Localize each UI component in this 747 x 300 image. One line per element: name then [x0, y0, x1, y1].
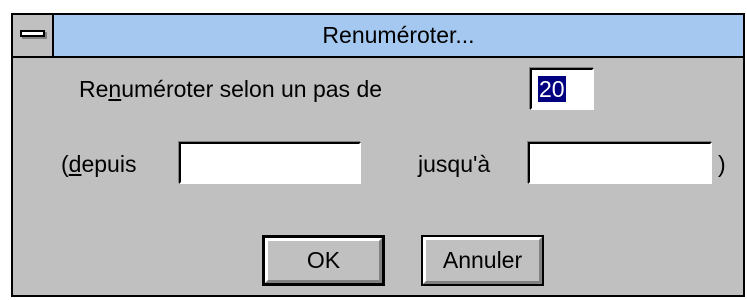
- from-input[interactable]: [179, 142, 361, 184]
- ok-button-label: OK: [265, 238, 382, 283]
- dialog-title: Renuméroter...: [322, 22, 475, 48]
- to-label: jusqu'à: [418, 151, 491, 177]
- to-input[interactable]: [528, 142, 712, 184]
- system-menu-button[interactable]: [13, 15, 54, 56]
- title-bar: Renuméroter...: [13, 15, 743, 58]
- cancel-button[interactable]: Annuler: [421, 235, 544, 286]
- from-label-mnemonic: d: [68, 151, 82, 177]
- step-label-end: uméroter selon un pas de: [121, 76, 383, 102]
- cancel-button-label: Annuler: [423, 237, 542, 284]
- from-label: (depuis: [61, 150, 136, 178]
- renumber-dialog: Renuméroter... Renuméroter selon un pas …: [11, 13, 745, 297]
- ok-button[interactable]: OK: [262, 235, 385, 286]
- step-value: 20: [538, 76, 566, 102]
- from-label-end: epuis: [81, 151, 137, 177]
- step-label-mnemonic: n: [108, 76, 122, 102]
- step-label-start: Re: [79, 76, 109, 102]
- step-input[interactable]: 20: [530, 68, 594, 110]
- step-label: Renuméroter selon un pas de: [79, 75, 382, 103]
- closing-paren: ): [718, 151, 726, 177]
- window-system-menu-icon: [20, 30, 45, 37]
- from-label-paren: (: [61, 151, 69, 177]
